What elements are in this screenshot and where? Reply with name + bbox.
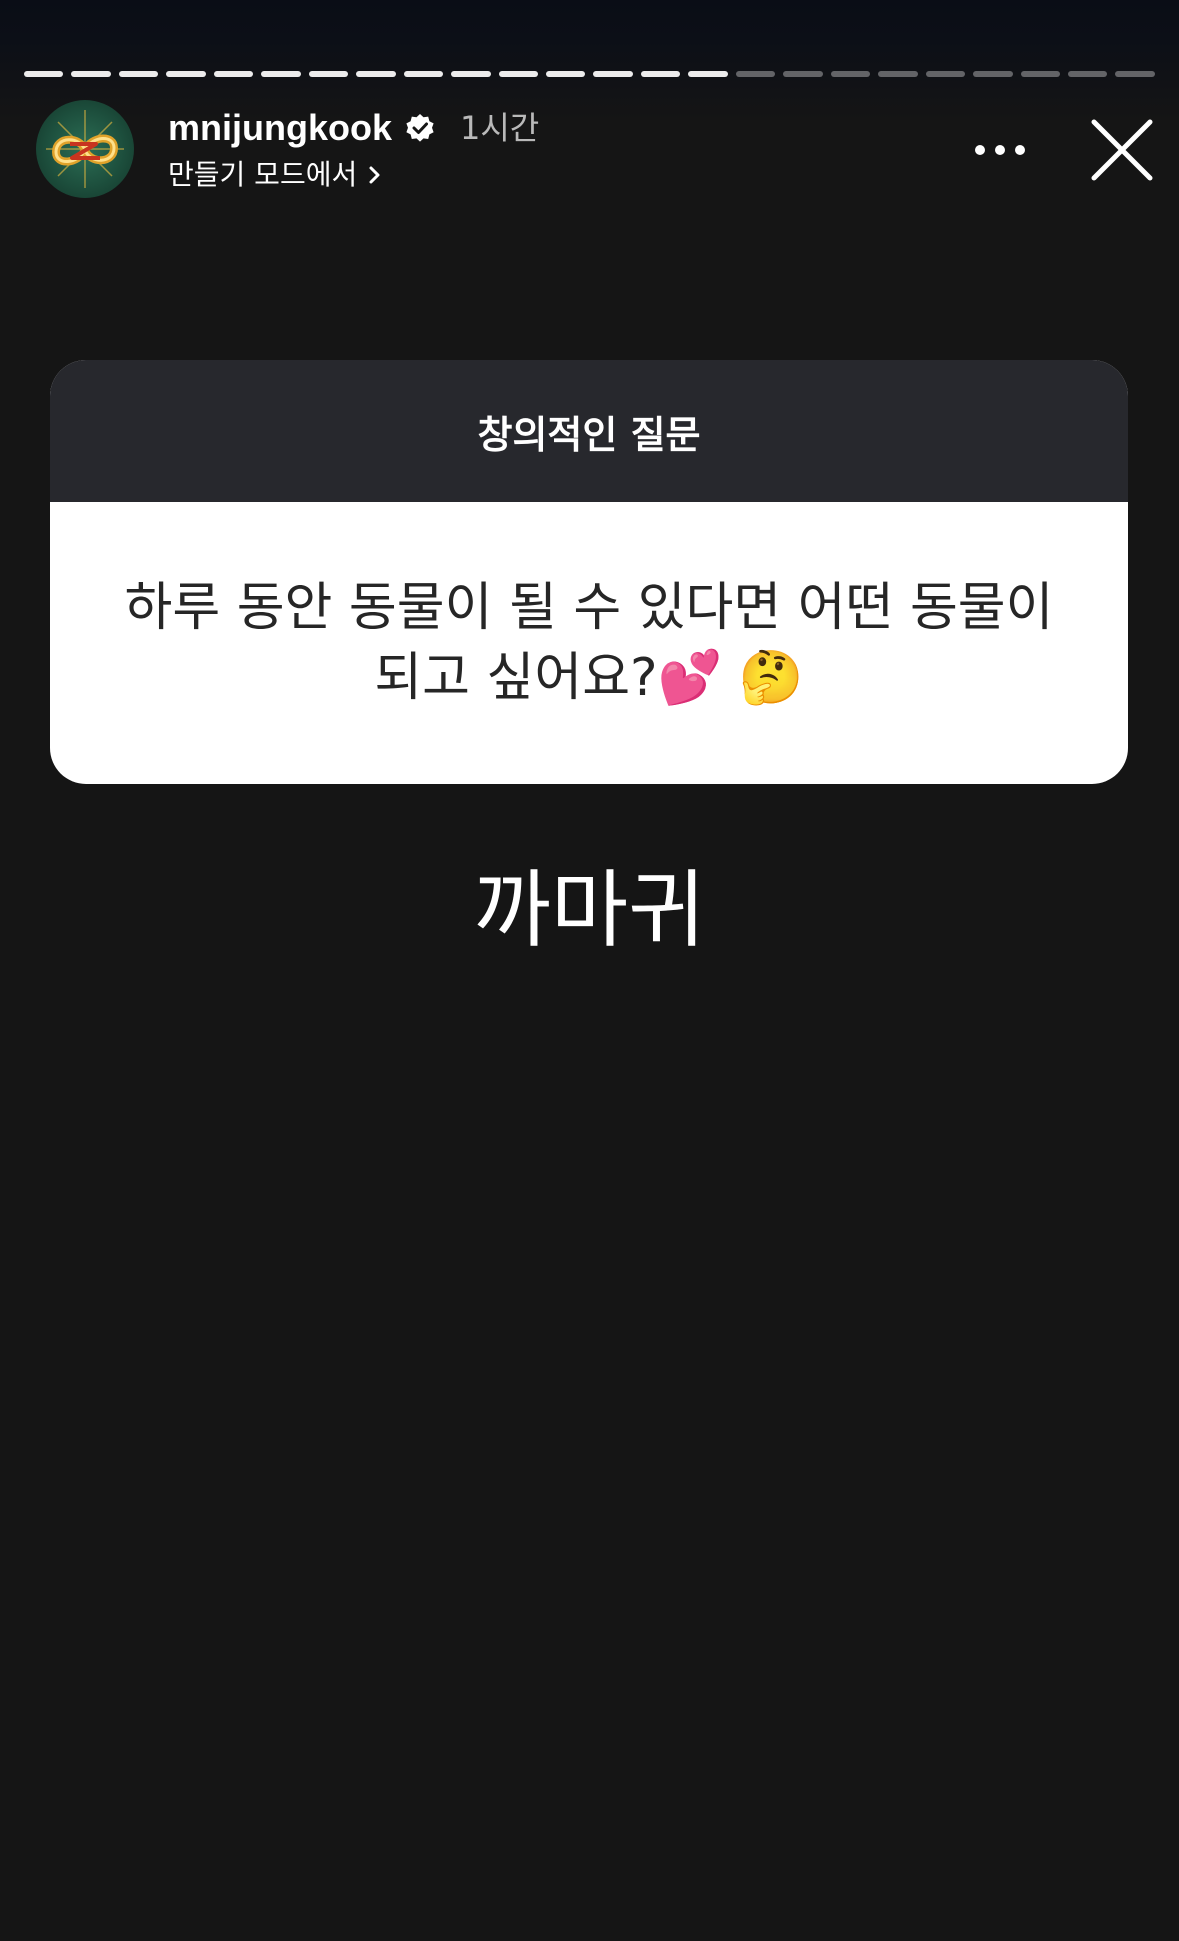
question-sticker-title: 창의적인 질문 — [50, 360, 1128, 502]
question-sticker[interactable]: 창의적인 질문 하루 동안 동물이 될 수 있다면 어떤 동물이 되고 싶어요?… — [50, 360, 1128, 784]
chevron-right-icon — [369, 166, 380, 184]
progress-segment — [878, 71, 918, 77]
progress-segment — [24, 71, 64, 77]
progress-segment — [545, 71, 586, 77]
progress-segment — [118, 71, 159, 77]
progress-segment — [1020, 71, 1060, 77]
verified-badge-icon — [406, 114, 434, 142]
progress-segment — [356, 71, 396, 77]
progress-segment — [640, 71, 681, 77]
avatar-logo-icon — [46, 110, 124, 188]
username[interactable]: mnijungkook — [168, 106, 392, 150]
progress-segment — [925, 71, 966, 77]
progress-segment — [308, 71, 349, 77]
close-icon — [1091, 119, 1153, 181]
progress-segment — [498, 71, 538, 77]
progress-segment — [261, 71, 301, 77]
progress-segment — [451, 71, 491, 77]
progress-segment — [593, 71, 633, 77]
progress-segment — [71, 71, 111, 77]
progress-segment — [973, 71, 1013, 77]
story-progress-bar — [24, 71, 1155, 77]
question-text: 하루 동안 동물이 될 수 있다면 어떤 동물이 되고 싶어요?💕 🤔 — [124, 578, 1054, 708]
progress-segment — [403, 71, 444, 77]
story-screen: mnijungkook 1시간 만들기 모드에서 창의적인 질문 하루 동안 동… — [0, 0, 1179, 1941]
more-options-button[interactable] — [970, 130, 1030, 170]
answer-text: 까마귀 — [473, 861, 706, 959]
close-button[interactable] — [1086, 114, 1158, 186]
progress-segment — [735, 71, 776, 77]
progress-segment — [830, 71, 871, 77]
post-time: 1시간 — [460, 109, 540, 147]
more-dots-icon — [975, 145, 1025, 155]
create-mode-label: 만들기 모드에서 — [168, 158, 358, 191]
avatar[interactable] — [36, 100, 134, 198]
progress-segment — [1067, 71, 1108, 77]
progress-segment — [688, 71, 728, 77]
story-header: mnijungkook 1시간 만들기 모드에서 — [36, 100, 1153, 200]
progress-segment — [213, 71, 254, 77]
progress-segment — [166, 71, 206, 77]
progress-segment — [1115, 71, 1155, 77]
create-mode-link[interactable]: 만들기 모드에서 — [168, 156, 385, 194]
progress-segment — [783, 71, 823, 77]
